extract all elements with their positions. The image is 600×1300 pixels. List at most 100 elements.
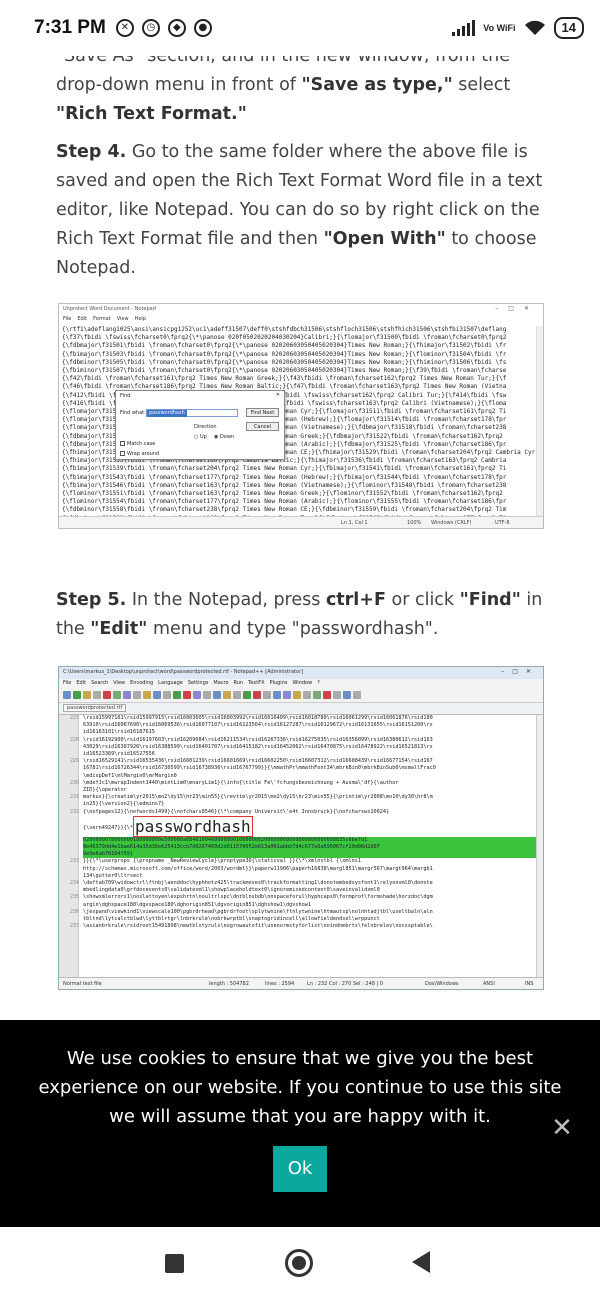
code-row: 228 \rsid16192900\rsid16197603\rsid162096… (59, 737, 536, 744)
step5-label: Step 5. (56, 590, 127, 610)
notepadpp-menu-item: ? (317, 680, 320, 686)
direction-up-radio: ○ Up (194, 434, 207, 440)
alarm-icon: ◷ (141, 19, 160, 37)
code-row: 233}}{\*\userprops {\propname _NewReview… (59, 858, 536, 865)
back-icon[interactable] (412, 1251, 430, 1273)
text-line: {\fdbminor\f31558\fbidi \froman\fcharset… (62, 506, 507, 514)
code-text: {\nofpages12}{\nofwords1499}{\nofchars85… (83, 808, 390, 815)
status-time: 7:31 PM (34, 17, 106, 38)
toolbar-icon (213, 691, 221, 699)
line-number: 236 (69, 908, 79, 915)
text-line: {\fbimajor\f31546\fbidi \froman\fcharset… (62, 481, 507, 489)
code-text: \jexpand\viewkind1\viewscale100\pgbrdrhe… (83, 908, 433, 915)
code-row: 236 \jexpand\viewkind1\viewscale100\pgbrd… (59, 909, 536, 916)
match-case-checkbox: Match case (120, 441, 155, 447)
text-line: {\fbimajor\f31543\fbidi \froman\fcharset… (62, 473, 507, 481)
chat-icon: ● (193, 19, 212, 37)
code-row: 43029\rsid16387926\rsid16388599\rsid1640… (59, 744, 536, 751)
text-line: {\fbiminor\f31507\fbidi \froman\fcharset… (62, 367, 507, 375)
code-text: argin\dghspace180\dgvspace180\dghorigin8… (83, 901, 311, 908)
code-text: \mdispDef1\mlMargin0\mrMargin0 (83, 772, 177, 779)
code-row: 232 {\nofpages12}{\nofwords1499}{\nofchar… (59, 809, 536, 816)
notepadpp-menu-item: Macro (213, 680, 229, 686)
passwordhash-match: passwordhash (132, 815, 253, 837)
android-navbar (0, 1227, 600, 1300)
find-dialog: Find ✕ Find what: passwordhash Find Next … (115, 390, 285, 460)
find-dialog-title: Find ✕ (120, 392, 280, 399)
toolbar-icon (173, 691, 181, 699)
cookie-ok-button[interactable]: Ok (273, 1146, 327, 1192)
window-controls-icon: –□✕ (495, 305, 539, 312)
notepad-titlebar: Unprotect Word Document - Notepad –□✕ (63, 305, 539, 312)
code-text: tbltnd\lytcalctblwd\lyttblrtgr\lnbrkrule… (83, 916, 380, 923)
notepadpp-scrollbar (536, 715, 543, 977)
line-number: 228 (69, 736, 79, 743)
notepad-screenshot: Unprotect Word Document - Notepad –□✕ Fi… (58, 303, 544, 529)
code-text: 0200000078000000180000000e500000a0840100… (83, 836, 536, 845)
text-line: {\flominor\f31551\fbidi \froman\fcharset… (62, 490, 503, 498)
wifi-icon (524, 20, 545, 35)
notepadpp-menu-item: Plugins (269, 680, 288, 686)
code-text: ZID}{\operator (83, 787, 127, 794)
line-number: 235 (69, 894, 79, 901)
code-row: 63910\rsid16067690\rsid16069536\rsid1607… (59, 722, 536, 729)
code-text: 9e9e6ab70104f59} (83, 851, 536, 859)
toolbar-icon (353, 691, 361, 699)
toolbar-icon (343, 691, 351, 699)
code-text: 16781\rsid16726344\rsid16730599\rsid1673… (83, 765, 436, 772)
code-row: 230 \mdefJc1\mwrapIndent1440\mintLim0\mna… (59, 780, 536, 787)
code-row: 231 markus}{\creatim\yr2015\mo2\dy15\hr23… (59, 794, 536, 801)
cancel-button: Cancel (246, 422, 279, 431)
battery-icon: 14 (553, 17, 584, 39)
notepadpp-menu-item: Settings (187, 680, 209, 686)
step5-paragraph: Step 5. In the Notepad, press ctrl+F or … (56, 590, 543, 639)
toolbar-icon (193, 691, 201, 699)
text-line: {\fbimajor\f31503\fbidi \froman\fcharset… (62, 350, 507, 358)
mute-icon: ✕ (115, 19, 134, 37)
code-text: \asianbrkrule\rsidroot15491898\newtblsty… (83, 923, 433, 930)
text-line: {\fdbminor\f31505\fbidi \froman\fcharset… (62, 358, 507, 366)
text-line: {\rtf1\adeflang1025\ansi\ansicpg1252\uc1… (62, 326, 507, 333)
status-bar: 7:31 PM ✕ ◷ ◆ ● Vo WiFi 14 (0, 0, 600, 56)
find-what-input: passwordhash (146, 409, 238, 417)
close-icon[interactable]: ✕ (548, 1114, 576, 1142)
code-row: ZID}{\operator (59, 787, 536, 794)
cookie-banner: We use cookies to ensure that we give yo… (0, 1020, 600, 1227)
notepadpp-titlebar: C:\Users\markus_1\Desktop\unprotect\word… (59, 667, 543, 679)
home-icon[interactable] (285, 1249, 313, 1277)
text-line: {\flominor\f31554\fbidi \froman\fcharset… (62, 498, 507, 506)
code-text: \deftab709\widowctrl\ftnbj\aenddoc\hyphh… (83, 880, 433, 887)
notepadpp-toolbar (59, 689, 543, 703)
code-row: mbedlingdata0\grfdocevents0\validatexml1… (59, 887, 536, 894)
notepad-menu: File Edit Format View Help (59, 315, 543, 324)
toolbar-icon (123, 691, 131, 699)
notepad-menu-item: View (116, 316, 129, 322)
code-row: 0200000078000000180000000e500000a0840100… (59, 836, 536, 845)
notepadpp-menu-item: TextFX (248, 680, 265, 686)
status-system-icons: Vo WiFi 14 (452, 17, 584, 39)
line-number: 234 (69, 880, 79, 887)
toolbar-icon (223, 691, 231, 699)
notepad-menu-item: Format (93, 316, 111, 322)
toolbar-icon (93, 691, 101, 699)
code-text: \mdefJc1\mwrapIndent1440\mintLim0\mnaryL… (83, 779, 399, 786)
toolbar-icon (183, 691, 191, 699)
code-row: argin\dghspace180\dgvspace180\dghorigin8… (59, 902, 536, 909)
code-text: http://schemas.microsoft.com/office/word… (83, 865, 433, 872)
notepad-statusbar: Ln 1, Col 1 100% Windows (CRLF) UTF-8 (59, 516, 543, 528)
code-row: id16163101\rsid16187615 (59, 729, 536, 736)
code-row: \mdispDef1\mlMargin0\mrMargin0 (59, 773, 536, 780)
code-text: \rsid15997101\rsid15997915\rsid16003605\… (83, 715, 433, 721)
toolbar-icon (83, 691, 91, 699)
step4-label: Step 4. (56, 142, 127, 162)
toolbar-icon (73, 691, 81, 699)
notepadpp-tab: passwordprotected.rtf (59, 703, 543, 715)
code-text: \rsid16192900\rsid16197603\rsid16209684\… (83, 736, 433, 743)
recents-icon[interactable] (165, 1254, 184, 1273)
notepadpp-menu-item: View (113, 680, 126, 686)
text-line: {\fbimajor\f31539\fbidi \froman\fcharset… (62, 465, 507, 473)
code-text: \showxmlerrors1\noxlattoyen\expshrtn\nou… (83, 894, 433, 901)
code-row: id16523369\rsid16527556 (59, 751, 536, 758)
code-text: \rsid16529141\rsid16535436\rsid16601239\… (83, 758, 433, 765)
notepadpp-menu-item: Encoding (130, 680, 154, 686)
